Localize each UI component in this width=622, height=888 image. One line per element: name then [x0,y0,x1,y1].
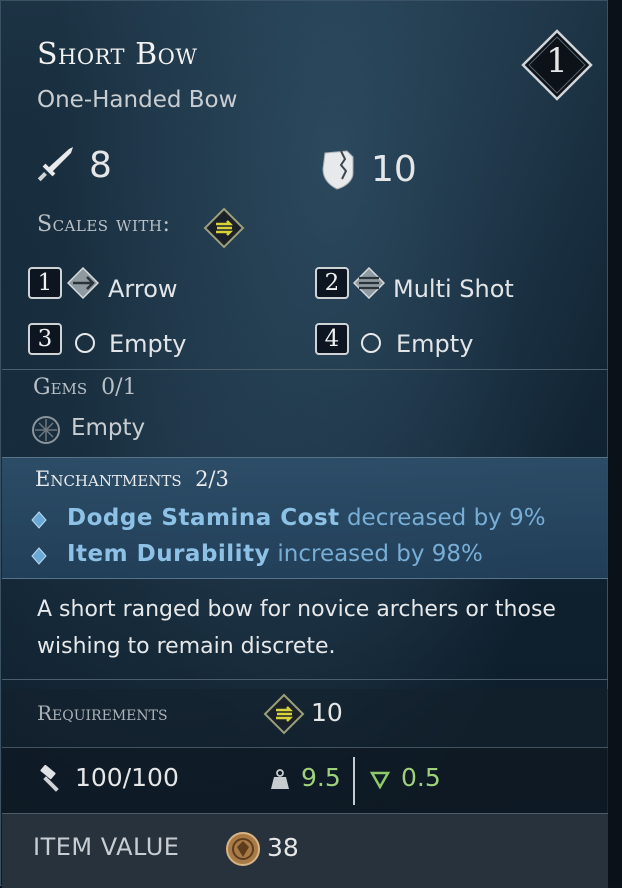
block-value: 10 [371,149,417,190]
slot-number-3: 3 [28,323,62,355]
gems-count: 0/1 [101,375,137,400]
divider [2,679,608,680]
enchantment-2: Item Durability increased by 98% [67,541,483,567]
item-value-label: ITEM VALUE [33,833,180,861]
requirement-value: 10 [311,698,343,727]
slot-1-label: Arrow [108,275,178,303]
slot-4-label: Empty [396,330,474,358]
hammer-icon [40,765,59,792]
multi-shot-rune-icon[interactable] [353,267,385,299]
scales-with-label: Scales with: [37,212,171,237]
dexterity-attribute-icon[interactable] [263,693,305,735]
gain-value: 0.5 [401,763,441,792]
shield-icon [322,150,354,190]
requirements-label: Requirements [37,701,168,725]
durability-value: 100/100 [75,763,179,792]
gem-socket-icon[interactable] [31,415,61,445]
slot-number-2: 2 [315,267,349,299]
item-tooltip: Short Bow One-Handed Bow 1 8 10 Scales w… [0,0,608,888]
slot-2-label: Multi Shot [393,275,514,303]
weight-value: 9.5 [301,763,341,792]
damage-value: 8 [89,145,112,186]
background-edge [608,0,622,886]
slot-3-label: Empty [109,330,187,358]
arrow-rune-icon[interactable] [67,267,99,299]
separator [353,757,355,805]
item-value-number: 38 [267,833,299,862]
gem-slot-empty-label: Empty [71,415,146,441]
item-name: Short Bow [37,37,198,72]
enchant-gem-icon [31,511,47,529]
empty-circle-icon [361,333,381,353]
coin-icon [226,832,260,866]
item-description: A short ranged bow for novice archers or… [37,597,556,659]
enchantment-1: Dodge Stamina Cost decreased by 9% [67,505,546,531]
item-type: One-Handed Bow [37,87,238,113]
empty-circle-icon [75,333,95,353]
enchant-gem-icon [31,547,47,565]
divider [2,369,608,370]
slot-number-1: 1 [28,267,62,299]
sword-icon [37,147,73,182]
gems-label: Gems 0/1 [33,375,137,400]
enchantments-label: Enchantments 2/3 [35,467,229,491]
dexterity-attribute-icon[interactable] [203,207,245,249]
enchantments-count: 2/3 [195,467,229,491]
slot-number-4: 4 [315,323,349,355]
tier-number: 1 [546,41,568,81]
weight-icon [271,769,289,789]
gain-triangle-icon [369,771,391,790]
